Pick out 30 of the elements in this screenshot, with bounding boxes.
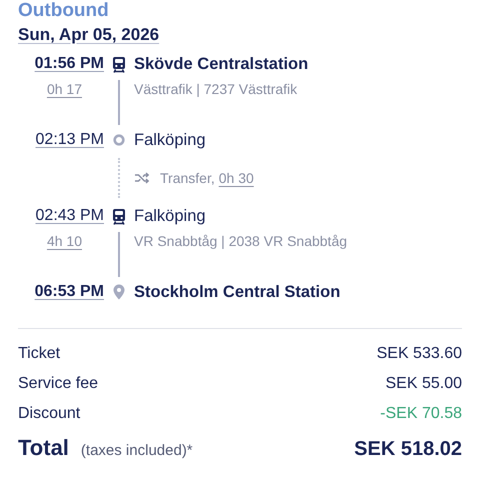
stop-dot-icon	[113, 134, 125, 146]
station-name: Falköping	[134, 206, 207, 226]
route-line	[118, 232, 120, 277]
section-heading: Outbound	[18, 0, 110, 22]
location-pin-icon	[113, 284, 125, 300]
time-link[interactable]: 06:53 PM	[34, 283, 104, 300]
price-value: -SEK 70.58	[380, 405, 462, 423]
price-value: SEK 55.00	[386, 375, 462, 393]
total-label: Total	[18, 435, 69, 461]
taxes-note: (taxes included)*	[80, 442, 194, 459]
dashed-route-line	[118, 158, 120, 198]
price-label: Service fee	[18, 375, 100, 393]
time-link[interactable]: 01:56 PM	[34, 55, 104, 72]
station-name: Falköping	[134, 130, 207, 150]
travel-date: Sun, Apr 05, 2026	[18, 24, 160, 46]
transfer-label: Transfer,	[160, 170, 215, 186]
price-label: Ticket	[18, 345, 62, 363]
train-icon	[112, 208, 126, 224]
operator-text: Västtrafik | 7237 Västtrafik	[134, 80, 298, 97]
route-line	[118, 80, 120, 125]
total-value: SEK 518.02	[354, 438, 462, 461]
price-value: SEK 533.60	[376, 345, 462, 363]
train-icon	[112, 56, 126, 72]
station-name: Stockholm Central Station	[134, 282, 342, 302]
time-link[interactable]: 02:43 PM	[36, 207, 104, 224]
time-link[interactable]: 02:13 PM	[36, 131, 104, 148]
station-name: Skövde Centralstation	[134, 54, 310, 74]
operator-text: VR Snabbtåg | 2038 VR Snabbtåg	[134, 232, 348, 249]
shuffle-icon	[134, 172, 150, 184]
price-label: Discount	[18, 405, 82, 423]
